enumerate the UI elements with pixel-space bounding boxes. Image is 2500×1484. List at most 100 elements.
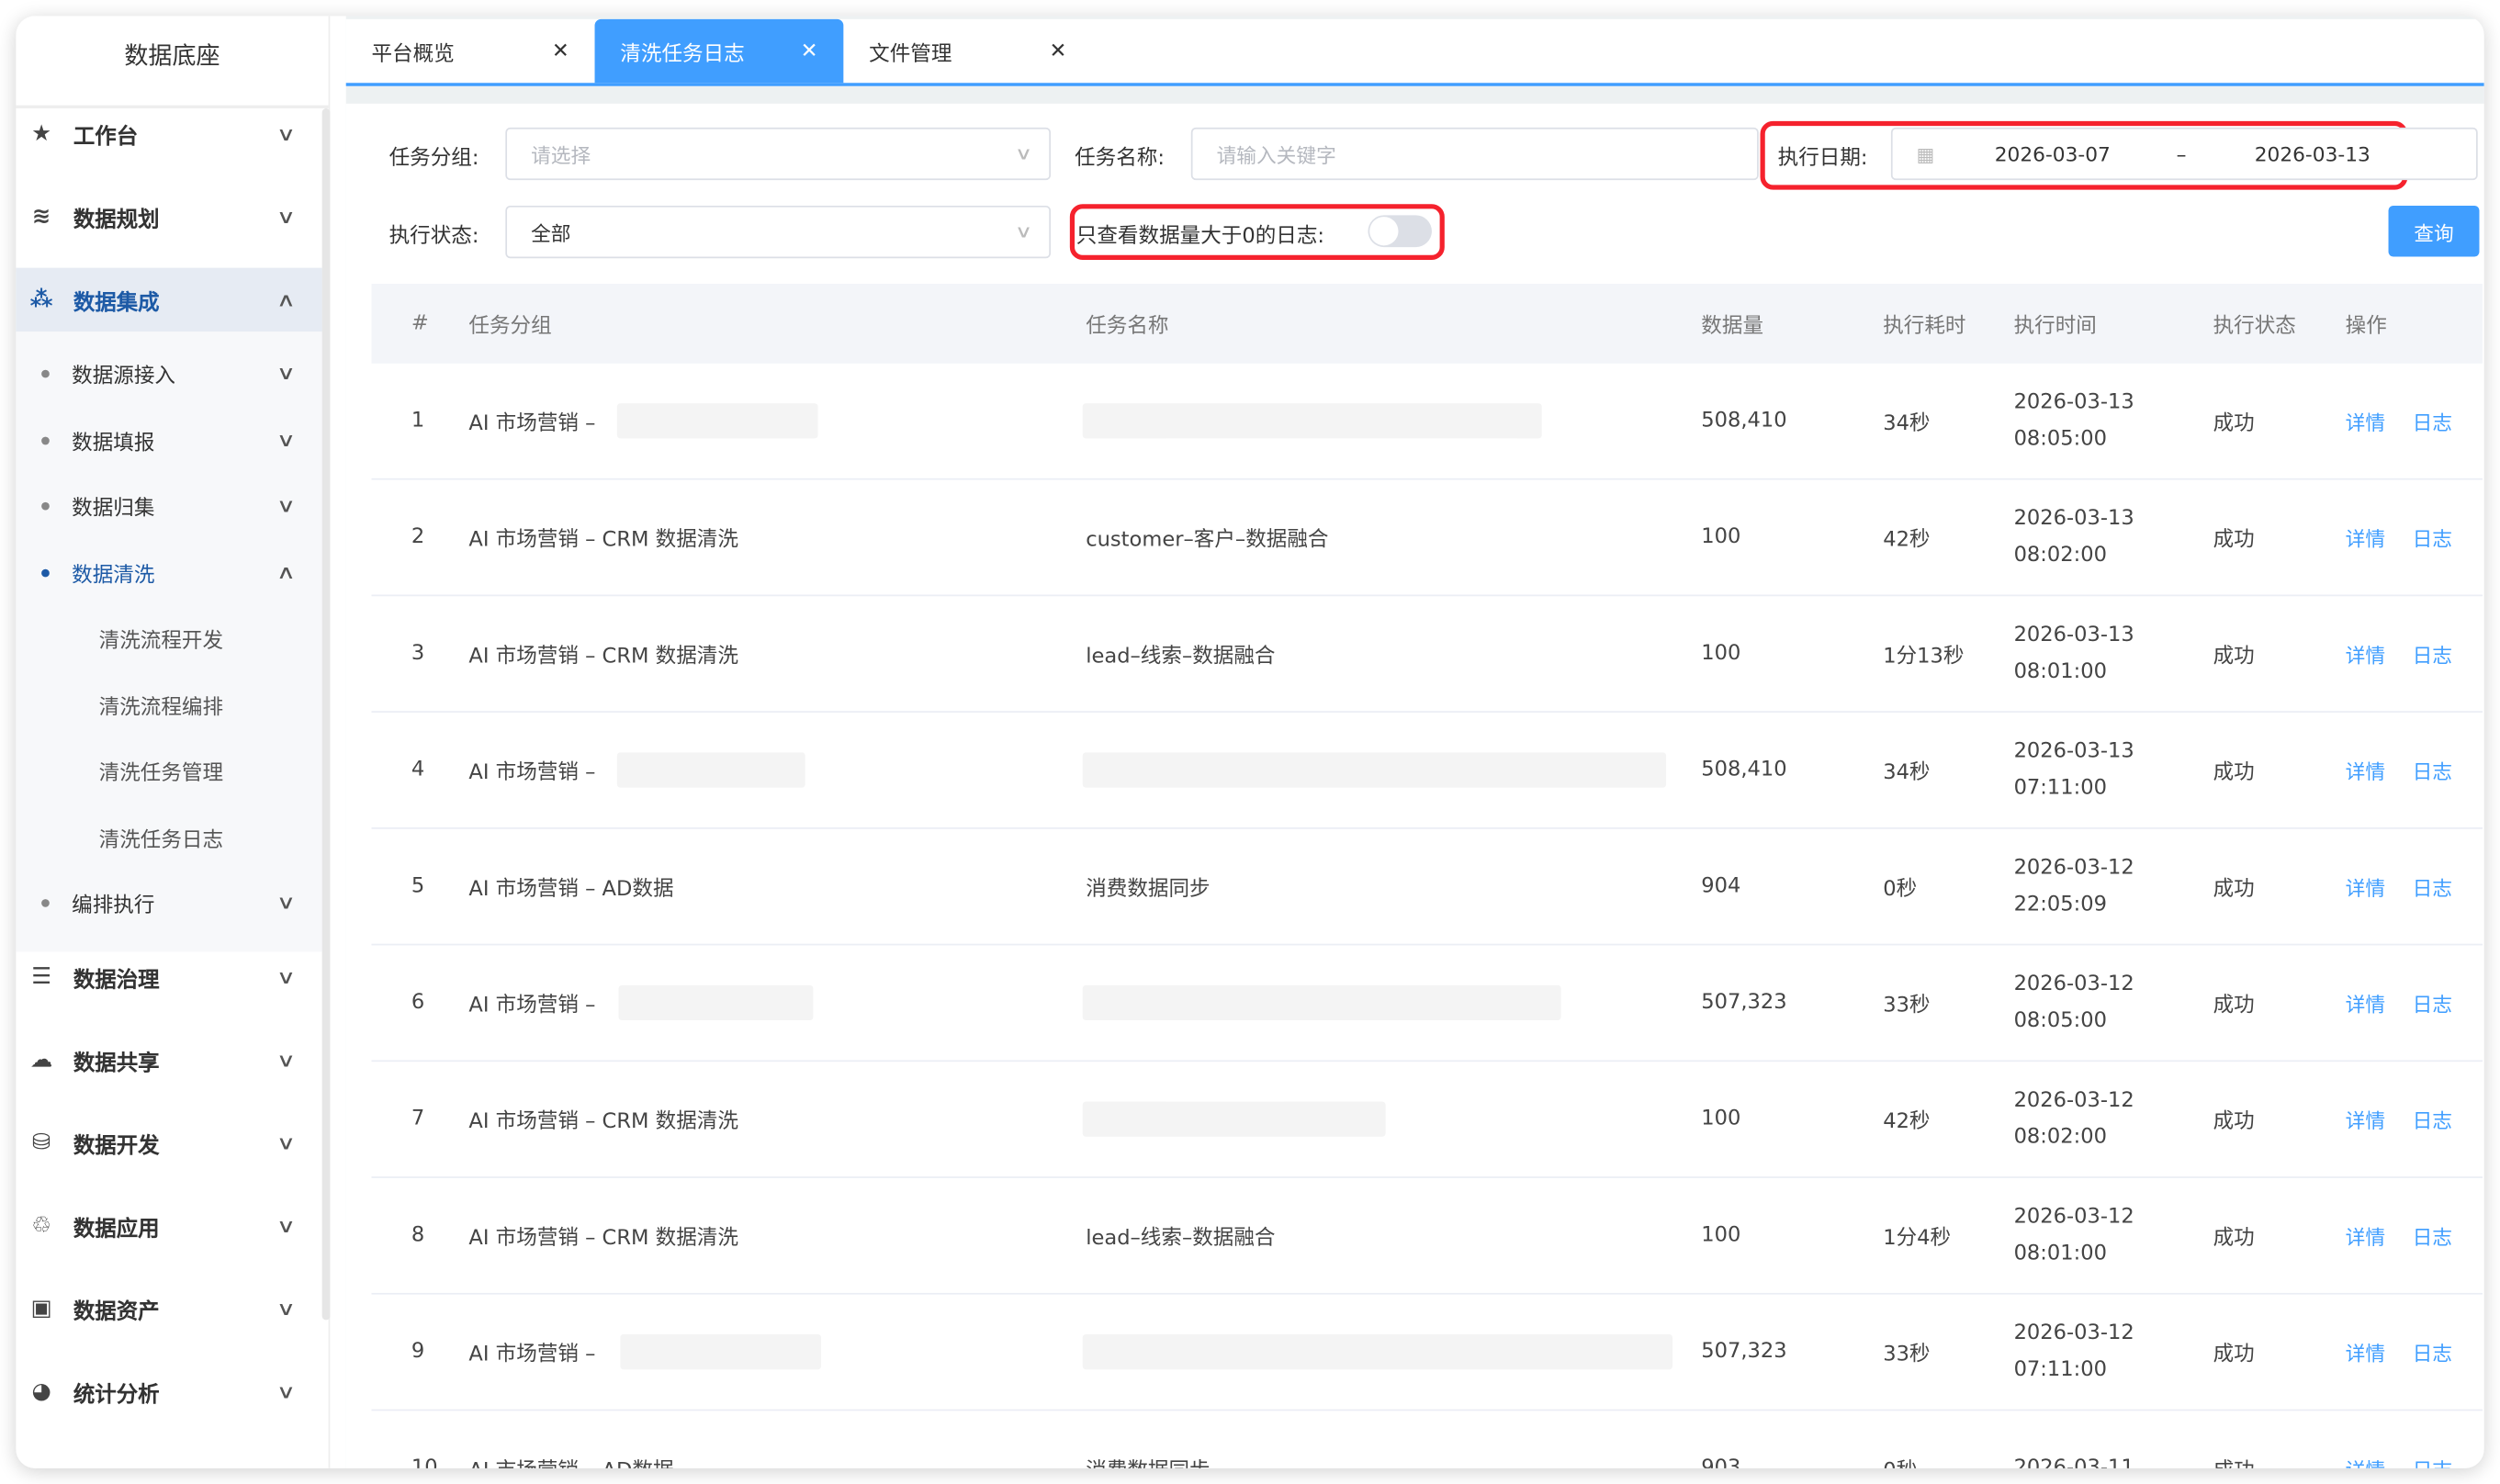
layers-icon: ≋ <box>31 204 51 230</box>
table-row: 9 AI 市场营销 – 507,323 33秒 2026-03-12 07:11:0… <box>371 1295 2483 1411</box>
log-link[interactable]: 日志 <box>2413 1337 2452 1367</box>
log-link[interactable]: 日志 <box>2413 523 2452 553</box>
star-icon: ★ <box>31 120 52 147</box>
sidebar-item[interactable]: ⁂ 数据集成 ∧ <box>16 267 322 332</box>
group-placeholder: 请选择 <box>531 143 591 168</box>
log-link[interactable]: 日志 <box>2413 871 2452 902</box>
sidebar-item[interactable]: 编排执行 ∨ <box>16 871 321 934</box>
group-select[interactable]: 请选择 ∨ <box>505 127 1052 181</box>
exec-clock: 08:01:00 <box>2013 659 2107 684</box>
sidebar-item[interactable]: ♲ 数据应用 ∨ <box>16 1194 321 1257</box>
sidebar-item-label: 数据开发 <box>73 1133 160 1160</box>
sidebar-item[interactable]: 数据源接入 ∨ <box>16 342 321 405</box>
log-link[interactable]: 日志 <box>2413 638 2452 669</box>
exec-date: 2026-03-12 <box>2013 972 2134 996</box>
duration: 42秒 <box>1883 1110 1931 1135</box>
exec-time: 2026-03-12 08:02:00 <box>2014 1083 2134 1156</box>
detail-link[interactable]: 详情 <box>2346 1104 2385 1134</box>
task-group: AI 市场营销 – CRM 数据清洗 <box>468 1110 738 1135</box>
exec-time: 2026-03-13 07:11:00 <box>2014 734 2134 807</box>
date-end[interactable]: 2026-03-13 <box>2255 142 2370 166</box>
sidebar-item[interactable]: ☰ 数据治理 ∨ <box>16 945 321 1008</box>
pie-chart-icon: ◕ <box>31 1378 51 1405</box>
log-link[interactable]: 日志 <box>2413 987 2452 1017</box>
exec-clock: 07:11:00 <box>2013 776 2107 801</box>
sidebar-item[interactable]: ⛁ 数据开发 ∨ <box>16 1111 321 1175</box>
sidebar-item[interactable]: 清洗流程编排 <box>16 673 321 736</box>
sidebar-item[interactable]: 数据清洗 ∧ <box>16 541 321 604</box>
cluster-icon: ⁂ <box>29 287 53 313</box>
row-index: 7 <box>411 1107 425 1131</box>
exec-date: 2026-03-13 <box>2013 507 2134 532</box>
table-row: 2 AI 市场营销 – CRM 数据清洗 customer–客户–数据融合 100 … <box>371 480 2483 597</box>
exec-date: 2026-03-13 <box>2013 390 2134 415</box>
column-header: 操作 <box>2345 314 2387 339</box>
sidebar-item-label: 数据共享 <box>73 1051 160 1076</box>
detail-link[interactable]: 详情 <box>2346 523 2385 553</box>
task-group: AI 市场营销 – AD数据 <box>468 877 674 902</box>
detail-link[interactable]: 详情 <box>2346 755 2385 785</box>
log-link[interactable]: 日志 <box>2413 406 2452 436</box>
duration: 34秒 <box>1883 411 1931 436</box>
query-button[interactable]: 查询 <box>2388 205 2480 257</box>
redacted-block <box>1082 1101 1386 1137</box>
bullet-icon <box>41 368 50 377</box>
task-group: AI 市场营销 – <box>468 994 596 1018</box>
date-start[interactable]: 2026-03-07 <box>1995 142 2111 166</box>
tab-label: 清洗任务日志 <box>620 42 745 67</box>
row-index: 8 <box>411 1223 425 1248</box>
exec-status: 成功 <box>2213 645 2255 669</box>
cloud-icon: ☁ <box>29 1047 53 1074</box>
row-index: 5 <box>411 874 425 899</box>
log-link[interactable]: 日志 <box>2413 755 2452 785</box>
tab-clean-log[interactable]: 清洗任务日志 ✕ <box>594 18 844 84</box>
exec-time: 2026-03-12 08:01:00 <box>2014 1198 2134 1272</box>
task-name: 消费数据同步 <box>1086 877 1211 902</box>
close-icon[interactable]: ✕ <box>801 39 818 63</box>
detail-link[interactable]: 详情 <box>2346 987 2385 1017</box>
date-range-picker[interactable]: ▦ 2026-03-07 – 2026-03-13 <box>1890 127 2478 181</box>
detail-link[interactable]: 详情 <box>2346 871 2385 902</box>
nonzero-toggle[interactable] <box>1368 215 1432 248</box>
sidebar-item[interactable]: 清洗任务管理 <box>16 738 321 802</box>
task-group: AI 市场营销 – CRM 数据清洗 <box>468 528 738 553</box>
column-header: # <box>411 311 429 336</box>
exec-status: 成功 <box>2213 994 2255 1018</box>
close-icon[interactable]: ✕ <box>552 39 569 63</box>
detail-link[interactable]: 详情 <box>2346 1337 2385 1367</box>
log-link[interactable]: 日志 <box>2413 1220 2452 1251</box>
close-icon[interactable]: ✕ <box>1049 39 1066 63</box>
exec-status: 成功 <box>2213 1343 2255 1367</box>
name-input[interactable]: 请输入关键字 <box>1190 127 1759 181</box>
exec-clock: 08:05:00 <box>2013 1008 2107 1033</box>
sidebar-item[interactable]: ☁ 数据共享 ∨ <box>16 1029 321 1092</box>
sidebar-item[interactable]: 清洗流程开发 <box>16 606 321 669</box>
tab-file-manage[interactable]: 文件管理 ✕ <box>843 19 1092 83</box>
sidebar-item[interactable]: 数据归集 ∨ <box>16 474 321 537</box>
log-link[interactable]: 日志 <box>2413 1104 2452 1134</box>
sidebar-item[interactable]: ≋ 数据规划 ∨ <box>16 185 321 248</box>
sidebar-item[interactable]: 清洗任务日志 <box>16 805 321 869</box>
sidebar-item[interactable]: ▣ 数据资产 ∨ <box>16 1277 321 1341</box>
detail-link[interactable]: 详情 <box>2346 406 2385 436</box>
detail-link[interactable]: 详情 <box>2346 638 2385 669</box>
sidebar-item-label: 数据治理 <box>73 967 160 994</box>
log-table: # 任务分组 任务名称 数据量 执行耗时 执行时间 执行状态 操作 1 AI 市场营销 –50… <box>371 284 2483 1468</box>
sidebar-item[interactable]: ◕ 统计分析 ∨ <box>16 1360 321 1423</box>
sidebar-item-label: 统计分析 <box>73 1382 160 1408</box>
sidebar-scrollbar[interactable] <box>321 108 331 1321</box>
chevron-down-icon: ∨ <box>276 1049 297 1072</box>
bullet-icon <box>41 500 50 510</box>
exec-date: 2026-03-13 <box>2013 739 2134 764</box>
status-select[interactable]: 全部 ∨ <box>505 205 1052 259</box>
table-row: 3 AI 市场营销 – CRM 数据清洗 lead–线索–数据融合 100 1分13… <box>371 596 2483 713</box>
tab-overview[interactable]: 平台概览 ✕ <box>346 19 595 83</box>
redacted-block <box>616 752 805 788</box>
sidebar-item[interactable]: 数据填报 ∨ <box>16 408 321 471</box>
task-name: customer–客户–数据融合 <box>1086 528 1329 553</box>
log-link[interactable]: 日志 <box>2413 1453 2452 1468</box>
detail-link[interactable]: 详情 <box>2346 1220 2385 1251</box>
detail-link[interactable]: 详情 <box>2346 1453 2385 1468</box>
sidebar-item[interactable]: ★ 工作台 ∨ <box>16 102 321 165</box>
chevron-down-icon: ∨ <box>1014 221 1033 242</box>
